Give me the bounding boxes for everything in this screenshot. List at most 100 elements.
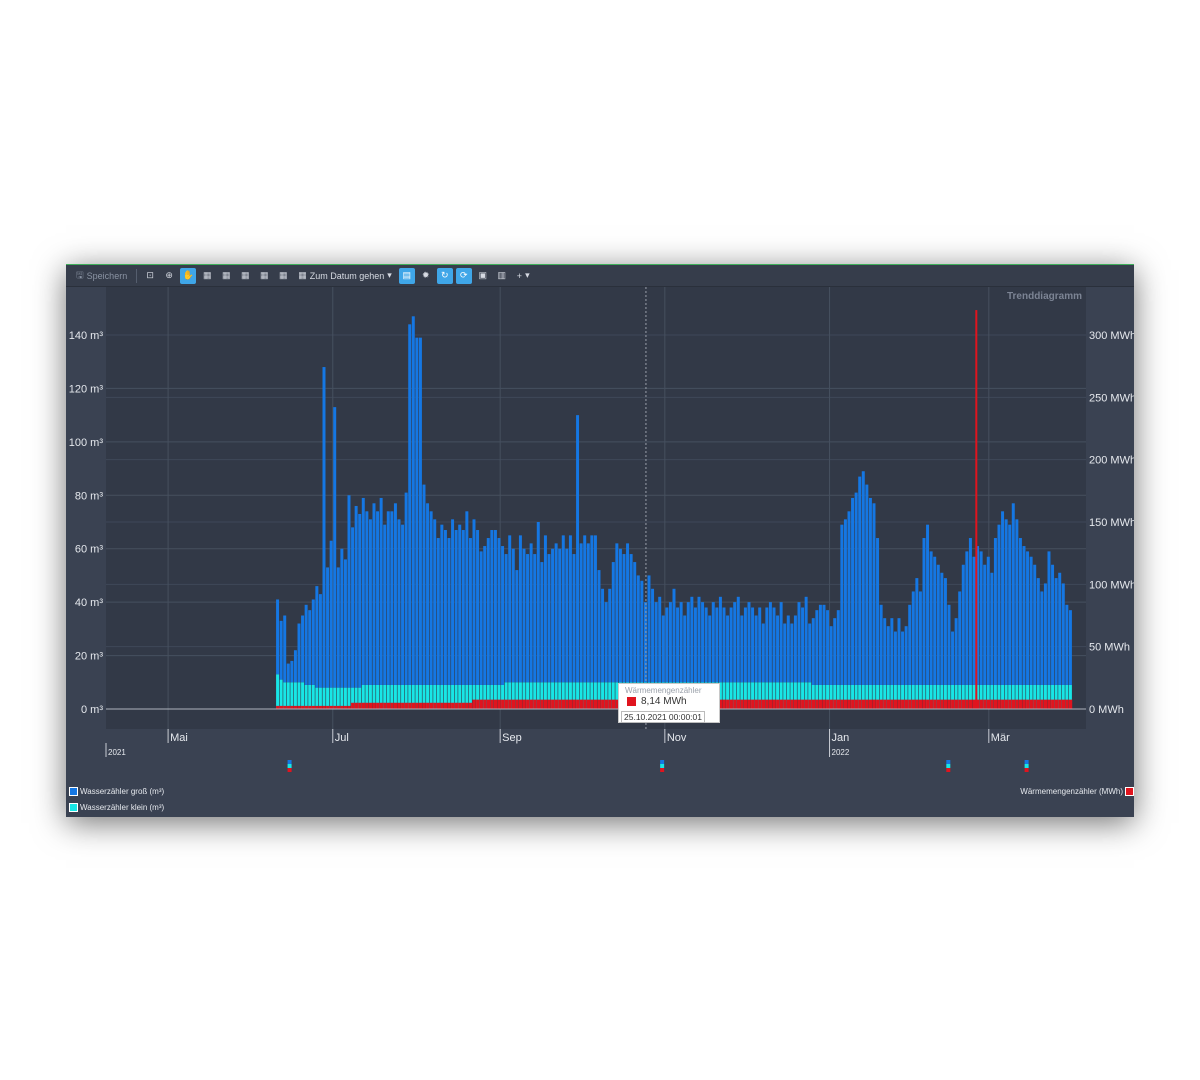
y-right-tick-label: 150 MWh xyxy=(1089,517,1134,529)
bar-gross xyxy=(901,631,905,685)
bar-waerme xyxy=(583,699,587,709)
bar-gross xyxy=(904,626,908,685)
bar-klein xyxy=(276,674,280,709)
refresh-icon[interactable]: ↻ xyxy=(436,267,453,284)
bar-klein xyxy=(283,682,287,709)
bar-gross xyxy=(651,588,655,683)
bar-waerme xyxy=(918,699,923,709)
save-button[interactable]: 🖫 Speichern xyxy=(72,268,131,284)
bar-waerme xyxy=(868,699,873,709)
bar-waerme xyxy=(972,699,976,709)
event-marker xyxy=(287,768,292,772)
bar-waerme xyxy=(511,699,516,709)
calendar-year-icon[interactable]: ▦ xyxy=(275,268,291,284)
bar-gross xyxy=(633,562,637,683)
bar-gross xyxy=(947,604,951,685)
bar-waerme xyxy=(993,699,998,709)
bar-gross xyxy=(283,615,287,683)
bar-gross xyxy=(997,524,1001,685)
calendar-month-icon[interactable]: ▦ xyxy=(237,268,253,284)
bar-waerme xyxy=(561,699,566,709)
settings-icon[interactable]: ✹ xyxy=(418,268,434,284)
zoom-in-icon[interactable]: ⊕ xyxy=(161,268,177,284)
bar-gross xyxy=(776,615,780,683)
bar-waerme xyxy=(936,699,941,709)
bar-waerme xyxy=(429,702,433,709)
bar-waerme xyxy=(436,702,441,709)
bar-waerme xyxy=(786,699,791,709)
bar-waerme xyxy=(386,702,391,709)
bar-waerme xyxy=(840,699,844,709)
bar-gross xyxy=(733,602,737,683)
bar-waerme xyxy=(804,699,808,709)
bar-klein xyxy=(318,687,322,709)
event-marker xyxy=(1024,768,1029,772)
pan-hand-icon[interactable]: ✋ xyxy=(180,267,197,284)
bar-gross xyxy=(533,554,537,683)
export-image-icon[interactable]: ▣ xyxy=(475,268,491,284)
legend-item-klein[interactable]: Wasserzähler klein (m³) xyxy=(69,803,164,812)
bar-klein xyxy=(286,682,290,709)
y-left-tick-label: 0 m³ xyxy=(81,704,103,716)
bar-waerme xyxy=(1061,699,1066,709)
x-tick-label: Nov xyxy=(667,732,687,744)
add-dropdown[interactable]: + ▾ xyxy=(513,268,534,284)
bar-waerme xyxy=(943,699,948,709)
bar-gross xyxy=(704,607,708,683)
bar-waerme xyxy=(751,699,755,709)
bar-waerme xyxy=(461,702,466,709)
tooltip-date: 25.10.2021 00:00:01 xyxy=(621,711,705,723)
bar-waerme xyxy=(479,699,483,709)
bar-waerme xyxy=(440,702,444,709)
bar-gross xyxy=(401,524,405,685)
bar-gross xyxy=(447,538,451,685)
legend-item-waerme[interactable]: Wärmemengenzähler (MWh) xyxy=(1020,787,1134,796)
bar-gross xyxy=(1054,578,1058,685)
trend-chart[interactable]: 0 m³ 20 m³ 40 m³ 60 m³ 80 m³ 100 m³ 120 m³ 140 … xyxy=(66,287,1134,817)
bar-waerme xyxy=(1033,699,1037,709)
bar-waerme xyxy=(801,699,805,709)
tooltip: Wärmemengenzähler 8,14 MWh 25.10.2021 00… xyxy=(618,683,720,723)
bar-gross xyxy=(1008,524,1012,685)
bar-gross xyxy=(318,594,322,688)
calendar-day-icon[interactable]: ▦ xyxy=(199,268,215,284)
bar-gross xyxy=(676,607,680,683)
bar-gross xyxy=(851,497,855,685)
bar-klein xyxy=(343,687,347,709)
goto-date-dropdown[interactable]: ▦ Zum Datum gehen ▾ xyxy=(294,268,396,284)
bar-waerme xyxy=(901,699,905,709)
bar-gross xyxy=(886,626,890,685)
bar-klein xyxy=(315,687,319,709)
bar-gross xyxy=(711,602,715,683)
bar-gross xyxy=(347,495,351,688)
bar-gross xyxy=(501,546,505,685)
bar-waerme xyxy=(904,699,908,709)
zoom-rect-icon[interactable]: ⊡ xyxy=(142,268,158,284)
bar-gross xyxy=(311,599,315,685)
bar-gross xyxy=(511,548,515,683)
bar-gross xyxy=(604,602,608,683)
legend-item-gross[interactable]: Wasserzähler groß (m³) xyxy=(69,787,164,796)
bar-gross xyxy=(715,607,719,683)
bar-waerme xyxy=(858,699,862,709)
bar-waerme xyxy=(547,699,551,709)
bar-waerme xyxy=(1008,699,1012,709)
bar-gross xyxy=(811,618,815,685)
bar-gross xyxy=(293,650,297,683)
bar-gross xyxy=(365,511,369,685)
bar-gross xyxy=(911,591,915,685)
bar-waerme xyxy=(451,702,455,709)
toolbar-separator xyxy=(136,268,138,283)
bar-gross xyxy=(286,663,290,683)
calendar-week-icon[interactable]: ▦ xyxy=(218,268,234,284)
bar-waerme xyxy=(990,699,994,709)
calendar-quarter-icon[interactable]: ▦ xyxy=(256,268,272,284)
table-icon[interactable]: ▤ xyxy=(398,267,415,284)
auto-refresh-icon[interactable]: ⟳ xyxy=(455,267,472,284)
bar-gross xyxy=(972,556,976,685)
bar-waerme xyxy=(940,699,944,709)
clipboard-icon[interactable]: ▥ xyxy=(494,268,510,284)
bar-gross xyxy=(433,519,437,685)
bar-gross xyxy=(868,497,872,685)
bar-waerme xyxy=(768,699,773,709)
